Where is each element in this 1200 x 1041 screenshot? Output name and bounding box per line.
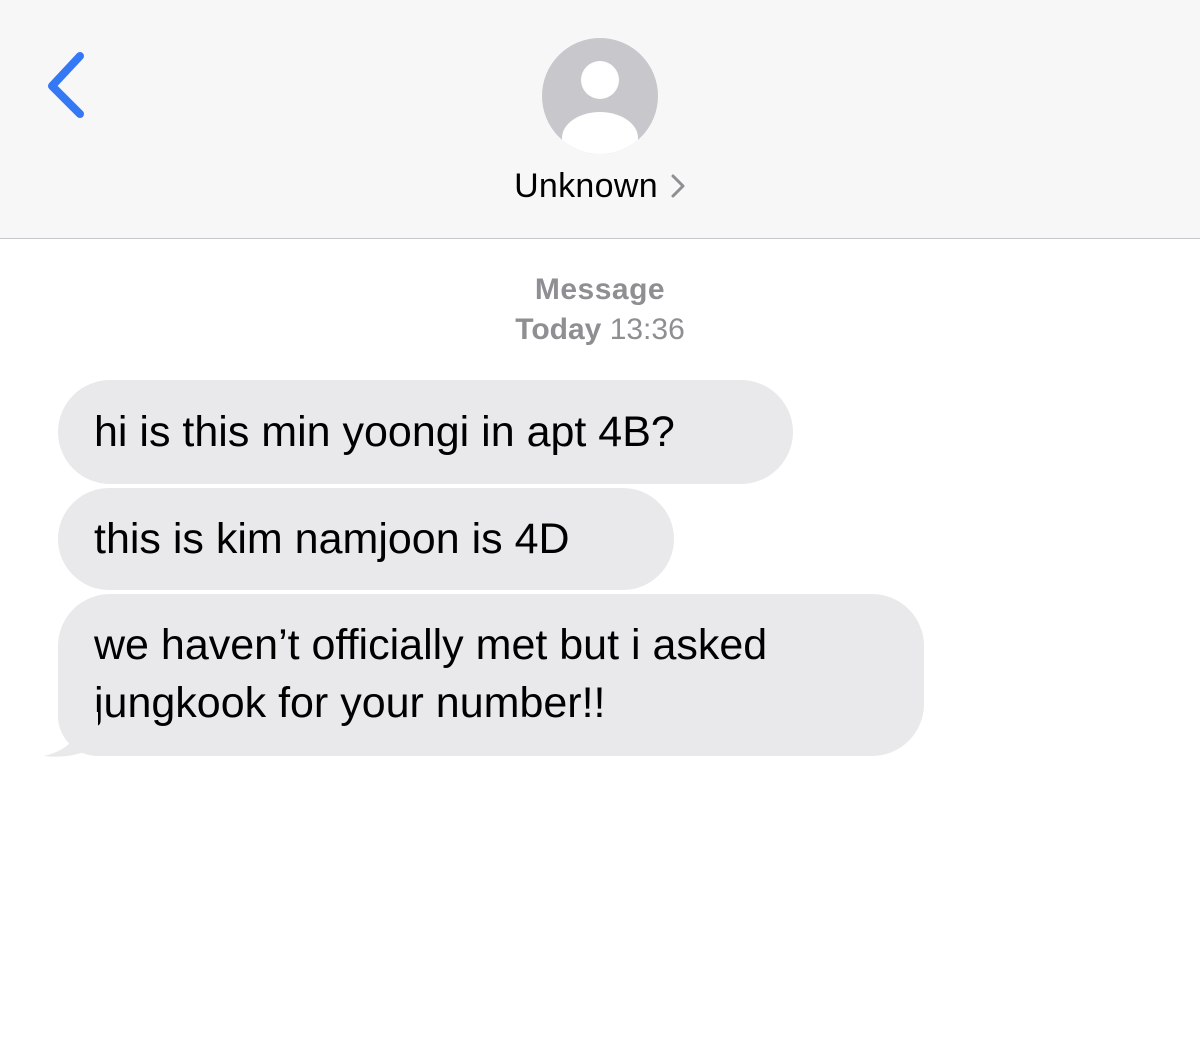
chevron-right-icon [671, 174, 685, 198]
bubble-tail [44, 712, 98, 757]
contact-name-button[interactable]: Unknown [514, 167, 686, 206]
chevron-left-icon [48, 52, 84, 118]
back-button[interactable] [36, 48, 96, 124]
contact-avatar[interactable] [542, 38, 658, 154]
message-bubble[interactable]: this is kim namjoon is 4D [58, 488, 674, 590]
person-icon [562, 61, 638, 154]
conversation-header: Unknown [0, 0, 1200, 239]
timestamp-day: Today [515, 313, 602, 346]
contact-name: Unknown [514, 166, 658, 205]
messages-screen: Unknown Message Today 13:36 hi is this m… [0, 0, 1200, 1041]
message-text: this is kim namjoon is 4D [94, 515, 570, 563]
timestamp-time: 13:36 [609, 313, 685, 346]
service-label: Message [534, 273, 666, 306]
contact-info: Unknown [0, 162, 1200, 210]
message-text-line: jungkook for your number!! [94, 679, 606, 727]
message-bubble[interactable]: hi is this min yoongi in apt 4B? [58, 380, 793, 484]
message-timestamp: Message Today 13:36 [0, 270, 1200, 350]
message-text-line: we haven’t officially met but i asked [94, 621, 768, 669]
message-bubble[interactable]: we haven’t officially met but i asked ju… [58, 594, 924, 756]
message-text: hi is this min yoongi in apt 4B? [94, 408, 675, 456]
timestamp-line: Today 13:36 [0, 310, 1200, 350]
